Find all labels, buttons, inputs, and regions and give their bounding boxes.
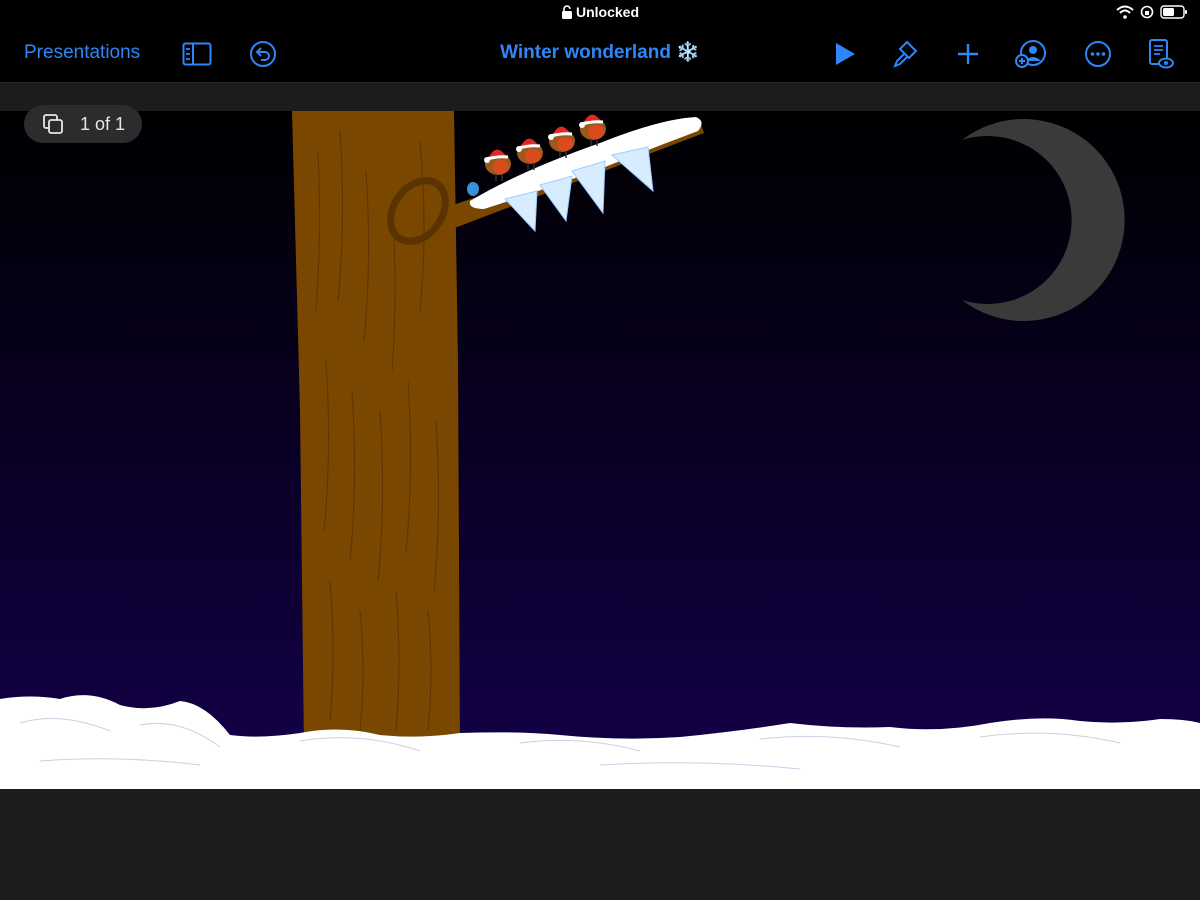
more-icon [1085,41,1111,67]
play-button[interactable] [828,38,862,70]
rotation-lock-icon [1140,5,1154,19]
keynote-screen: Unlocked Presentations Winter wonderland… [0,0,1200,900]
toolbar: Presentations Winter wonderland ❄️ [0,26,1200,83]
sidebar-icon [182,42,212,66]
plus-icon [958,44,978,64]
presentation-title[interactable]: Winter wonderland ❄️ [500,42,700,63]
slides-stack-icon [43,114,63,134]
night-sky [0,111,1200,789]
tree-trunk[interactable] [292,111,464,789]
slide-counter-button[interactable]: 1 of 1 [24,105,142,143]
status-lock: Unlocked [0,4,1200,20]
lock-icon [561,5,572,19]
presenter-view-icon [1149,39,1174,69]
blue-egg [467,182,479,196]
slide-counter-label: 1 of 1 [80,113,126,134]
undo-button[interactable] [246,38,280,70]
slide-canvas[interactable] [0,111,1200,789]
presentations-back-button[interactable]: Presentations [24,42,140,64]
collaborate-icon [1015,40,1046,68]
undo-icon [250,41,276,67]
canvas-ruler-strip [0,83,1200,111]
presenter-view-button[interactable] [1143,38,1177,70]
collaborate-button[interactable] [1014,38,1048,70]
format-button[interactable] [888,38,922,70]
insert-button[interactable] [951,38,985,70]
lock-label: Unlocked [575,4,639,20]
play-icon [836,43,855,65]
status-right [1116,5,1188,19]
battery-icon [1160,5,1187,19]
wifi-icon [1116,5,1134,19]
more-button[interactable] [1081,38,1115,70]
status-bar: Unlocked [0,0,1200,26]
slide-artwork [0,111,1200,789]
canvas-bottom-area [0,789,1200,900]
sidebar-toggle-button[interactable] [180,38,214,70]
paintbrush-icon [893,40,918,68]
